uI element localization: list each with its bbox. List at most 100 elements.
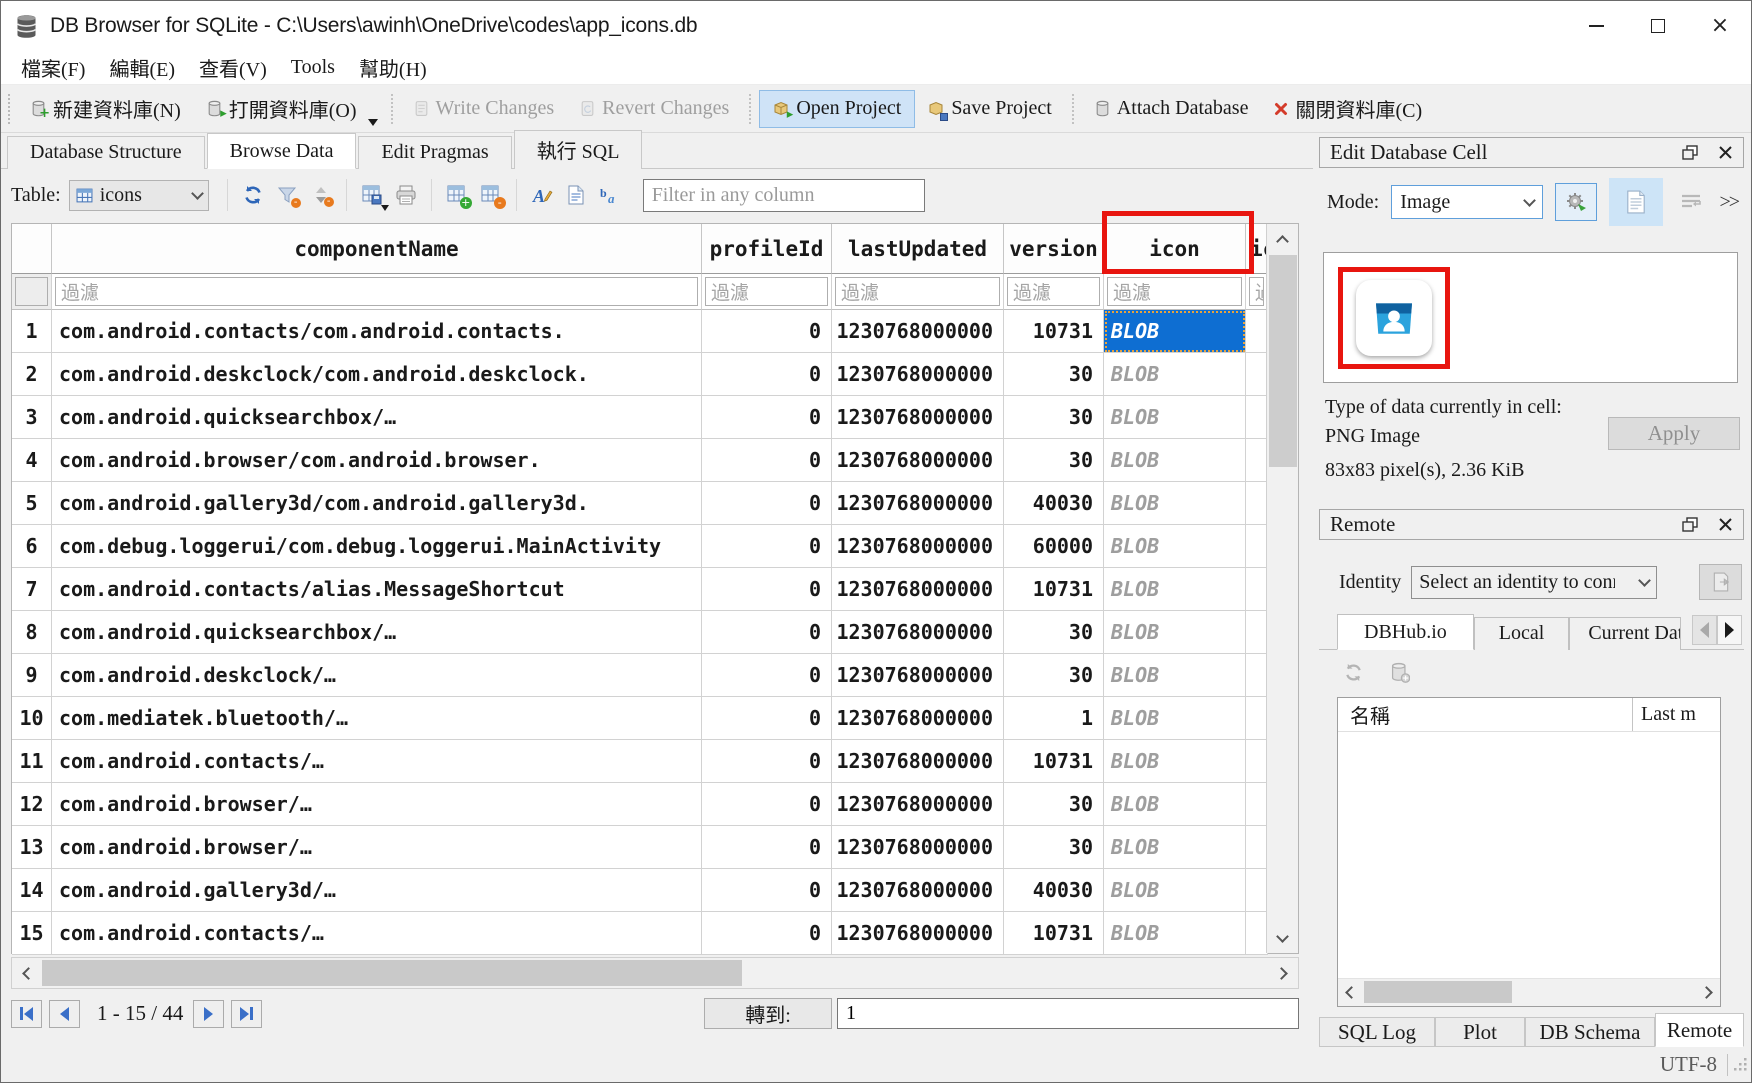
clear-sort-button[interactable]: - [304, 178, 338, 212]
cell-partial[interactable] [1246, 697, 1268, 740]
tree-scrollbar-thumb[interactable] [1364, 981, 1512, 1003]
cell-version[interactable]: 30 [1004, 654, 1104, 697]
format-document-button[interactable] [559, 178, 593, 212]
row-number[interactable]: 2 [12, 353, 52, 396]
cell-lastUpdated[interactable]: 1230768000000 [832, 740, 1004, 783]
cell-profileId[interactable]: 0 [702, 482, 832, 525]
cell-profileId[interactable]: 0 [702, 568, 832, 611]
cell-profileId[interactable]: 0 [702, 310, 832, 353]
menu-help[interactable]: 幫助(H) [347, 51, 439, 84]
goto-record-button[interactable]: 轉到: [704, 998, 832, 1029]
tabs-scroll-right-button[interactable] [1717, 615, 1742, 645]
row-number[interactable]: 10 [12, 697, 52, 740]
row-number[interactable]: 14 [12, 869, 52, 912]
tab-browse-data[interactable]: Browse Data [207, 133, 357, 169]
filter-any-column-input[interactable] [643, 179, 925, 212]
close-database-button[interactable]: 關閉資料庫(C) [1261, 90, 1435, 128]
cell-version[interactable]: 30 [1004, 439, 1104, 482]
row-number[interactable]: 9 [12, 654, 52, 697]
close-panel-icon[interactable] [1718, 517, 1733, 532]
cell-profileId[interactable]: 0 [702, 654, 832, 697]
tab-dbhub[interactable]: DBHub.io [1337, 614, 1474, 650]
cell-profileId[interactable]: 0 [702, 697, 832, 740]
remote-refresh-button[interactable] [1343, 662, 1364, 683]
cell-partial[interactable] [1246, 353, 1268, 396]
cell-lastUpdated[interactable]: 1230768000000 [832, 697, 1004, 740]
filter-profileId[interactable]: 過濾 [702, 274, 832, 310]
maximize-button[interactable] [1627, 1, 1689, 51]
row-number[interactable]: 12 [12, 783, 52, 826]
cell-icon[interactable]: BLOB [1104, 310, 1246, 353]
open-project-button[interactable]: ▸ Open Project [759, 90, 915, 128]
cell-componentName[interactable]: com.android.browser/… [52, 783, 702, 826]
new-database-button[interactable]: + 新建資料庫(N) [18, 90, 194, 128]
cell-partial[interactable] [1246, 396, 1268, 439]
remote-clone-database-button[interactable] [1390, 662, 1410, 683]
mode-select[interactable]: Image [1391, 185, 1543, 219]
cell-icon[interactable]: BLOB [1104, 654, 1246, 697]
tab-execute-sql[interactable]: 執行 SQL [514, 130, 643, 169]
table-select[interactable]: icons [69, 180, 209, 211]
cell-version[interactable]: 10731 [1004, 740, 1104, 783]
row-number[interactable]: 8 [12, 611, 52, 654]
cell-icon[interactable]: BLOB [1104, 697, 1246, 740]
cell-version[interactable]: 30 [1004, 826, 1104, 869]
cell-partial[interactable] [1246, 654, 1268, 697]
cell-profileId[interactable]: 0 [702, 826, 832, 869]
cell-lastUpdated[interactable]: 1230768000000 [832, 826, 1004, 869]
revert-changes-button[interactable]: Revert Changes [567, 90, 742, 128]
edit-font-button[interactable]: A [525, 178, 559, 212]
cell-lastUpdated[interactable]: 1230768000000 [832, 869, 1004, 912]
attach-database-button[interactable]: Attach Database [1082, 90, 1262, 128]
cell-version[interactable]: 60000 [1004, 525, 1104, 568]
text-mode-button[interactable] [1609, 178, 1663, 226]
cell-version[interactable]: 40030 [1004, 482, 1104, 525]
menu-tools[interactable]: Tools [279, 54, 347, 81]
row-number[interactable]: 4 [12, 439, 52, 482]
identity-select[interactable]: Select an identity to conne [1411, 566, 1657, 599]
cell-partial[interactable] [1246, 525, 1268, 568]
cell-partial[interactable] [1246, 783, 1268, 826]
tree-column-name[interactable]: 名稱 [1338, 698, 1632, 731]
cell-componentName[interactable]: com.android.contacts/… [52, 740, 702, 783]
cell-partial[interactable] [1246, 482, 1268, 525]
write-changes-button[interactable]: Write Changes [401, 90, 568, 128]
cell-profileId[interactable]: 0 [702, 869, 832, 912]
tab-edit-pragmas[interactable]: Edit Pragmas [358, 136, 511, 169]
tree-scroll-left-button[interactable] [1338, 979, 1362, 1006]
row-number[interactable]: 1 [12, 310, 52, 353]
cell-componentName[interactable]: com.android.contacts/… [52, 912, 702, 955]
tab-database-structure[interactable]: Database Structure [7, 136, 205, 169]
cell-icon[interactable]: BLOB [1104, 568, 1246, 611]
save-table-button[interactable] [355, 178, 389, 212]
menu-view[interactable]: 查看(V) [187, 51, 279, 84]
filter-lastUpdated[interactable]: 過濾 [832, 274, 1004, 310]
cell-icon[interactable]: BLOB [1104, 611, 1246, 654]
cell-icon[interactable]: BLOB [1104, 912, 1246, 955]
cell-icon[interactable]: BLOB [1104, 353, 1246, 396]
scroll-right-button[interactable] [1268, 958, 1298, 988]
cell-profileId[interactable]: 0 [702, 439, 832, 482]
previous-record-button[interactable] [49, 1000, 80, 1028]
resize-grip[interactable] [1734, 1058, 1748, 1072]
cell-version[interactable]: 30 [1004, 611, 1104, 654]
row-number[interactable]: 5 [12, 482, 52, 525]
cell-icon[interactable]: BLOB [1104, 826, 1246, 869]
cell-lastUpdated[interactable]: 1230768000000 [832, 525, 1004, 568]
column-header-partial[interactable]: ic [1246, 224, 1268, 274]
column-header-componentName[interactable]: componentName [52, 224, 702, 274]
cell-lastUpdated[interactable]: 1230768000000 [832, 439, 1004, 482]
filter-partial[interactable]: 過 [1246, 274, 1268, 310]
cell-version[interactable]: 40030 [1004, 869, 1104, 912]
column-header-icon[interactable]: icon [1104, 224, 1246, 274]
cell-lastUpdated[interactable]: 1230768000000 [832, 353, 1004, 396]
save-table-dropdown-icon[interactable] [381, 205, 389, 211]
apply-button[interactable]: Apply [1608, 417, 1740, 450]
cell-partial[interactable] [1246, 310, 1268, 353]
vertical-scrollbar-thumb[interactable] [1269, 255, 1297, 467]
open-database-dropdown-icon[interactable] [368, 119, 378, 126]
cell-version[interactable]: 30 [1004, 783, 1104, 826]
vertical-scrollbar[interactable] [1266, 224, 1298, 953]
cell-icon[interactable]: BLOB [1104, 783, 1246, 826]
cell-profileId[interactable]: 0 [702, 740, 832, 783]
